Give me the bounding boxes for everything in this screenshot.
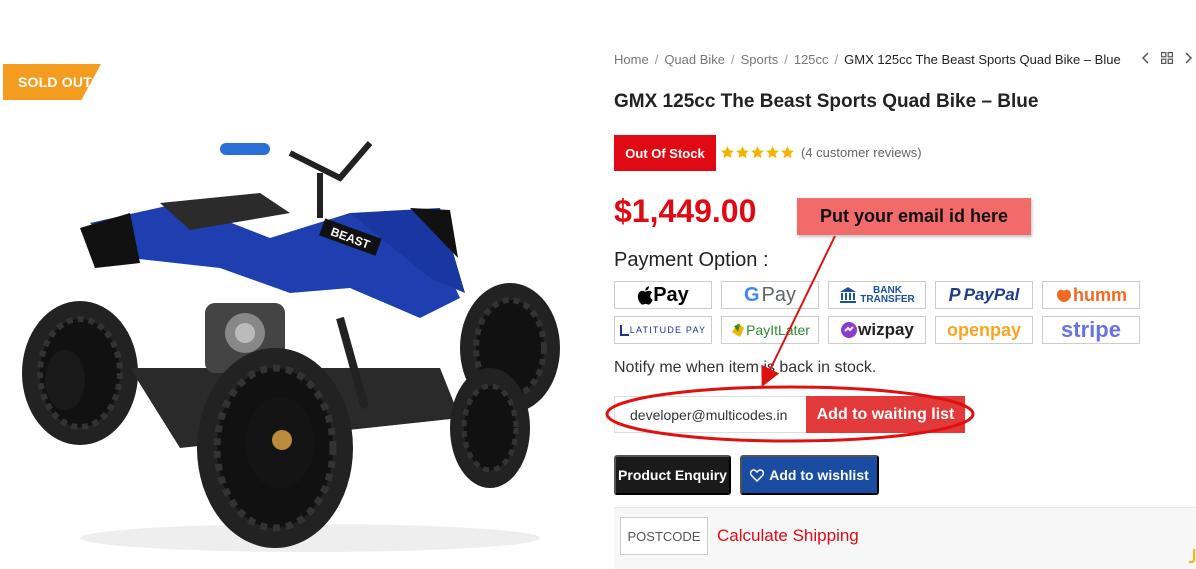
postcode-button[interactable]: POSTCODE: [620, 517, 708, 555]
front-right-wheel: [450, 368, 530, 488]
add-to-wishlist-button[interactable]: Add to wishlist: [740, 455, 879, 495]
star-rating: [720, 145, 795, 160]
breadcrumb-quad-bike[interactable]: Quad Bike: [664, 52, 725, 67]
wizpay-icon: [841, 322, 858, 338]
star-icon: [721, 146, 734, 159]
apple-pay-text: Pay: [653, 283, 689, 306]
product-gallery: SOLD OUT BEAST: [0, 0, 600, 569]
breadcrumb-sports[interactable]: Sports: [741, 52, 779, 67]
payitlater-icon: [732, 323, 745, 337]
notify-message: Notify me when item is back in stock.: [614, 359, 877, 376]
add-to-waiting-list-button[interactable]: Add to waiting list: [806, 396, 965, 433]
apple-pay-logo: Pay: [614, 281, 712, 309]
bank-transfer-logo: BANK TRANSFER: [828, 281, 926, 309]
product-image[interactable]: BEAST: [20, 118, 565, 558]
rear-left-wheel: [22, 301, 138, 445]
product-navigation: [1138, 50, 1196, 66]
bank-transfer-line2: TRANSFER: [860, 294, 915, 305]
email-callout-annotation: Put your email id here: [797, 198, 1031, 235]
product-title: GMX 125cc The Beast Sports Quad Bike – B…: [614, 91, 1039, 112]
stripe-logo: stripe: [1042, 316, 1140, 344]
chevron-right-icon[interactable]: [1182, 50, 1196, 66]
google-pay-text: Pay: [761, 283, 797, 306]
stripe-text: stripe: [1061, 317, 1121, 342]
corner-decoration-icon: [1188, 549, 1195, 563]
latitude-pay-text: LATITUDE PAY: [629, 325, 707, 335]
google-g-icon: G: [743, 283, 760, 306]
product-enquiry-button[interactable]: Product Enquiry: [614, 455, 731, 495]
out-of-stock-badge: Out Of Stock: [614, 135, 716, 171]
bank-icon: [840, 287, 857, 303]
reviews-link[interactable]: (4 customer reviews): [801, 145, 922, 160]
wizpay-text: wizpay: [858, 320, 914, 339]
payment-option-label: Payment Option :: [614, 249, 769, 271]
breadcrumb-125cc[interactable]: 125cc: [794, 52, 829, 67]
calculate-shipping-link[interactable]: Calculate Shipping: [717, 526, 859, 546]
breadcrumb-home[interactable]: Home: [614, 52, 649, 67]
front-left-wheel: [197, 348, 353, 548]
humm-logo: humm: [1042, 281, 1140, 309]
product-price: $1,449.00: [614, 193, 757, 229]
breadcrumb-separator: /: [731, 52, 735, 67]
breadcrumb-current: GMX 125cc The Beast Sports Quad Bike – B…: [844, 52, 1121, 67]
payment-options: Pay G Pay BANK TRANSFER P PayPal humm LA…: [614, 281, 1140, 344]
chevron-left-icon[interactable]: [1138, 50, 1152, 66]
shipping-calculator: POSTCODE Calculate Shipping: [614, 507, 1196, 569]
star-icon: [736, 146, 749, 159]
humm-text: humm: [1073, 284, 1127, 305]
google-pay-logo: G Pay: [721, 281, 819, 309]
wishlist-label: Add to wishlist: [769, 467, 869, 483]
paypal-logo: P PayPal: [935, 281, 1033, 309]
paypal-p-icon: P: [948, 284, 961, 305]
star-icon: [781, 146, 794, 159]
paypal-text: PayPal: [963, 285, 1020, 304]
payitlater-logo: PayItLater: [721, 316, 819, 344]
latitude-pay-logo: LATITUDE PAY: [614, 316, 712, 344]
breadcrumb-separator: /: [784, 52, 788, 67]
breadcrumb-separator: /: [834, 52, 839, 67]
grid-icon[interactable]: [1160, 50, 1174, 66]
wizpay-logo: wizpay: [828, 316, 926, 344]
openpay-logo: openpay: [935, 316, 1033, 344]
waitlist-email-input[interactable]: [614, 396, 810, 433]
openpay-text: openpay: [946, 319, 1021, 340]
breadcrumb: Home / Quad Bike / Sports / 125cc / GMX …: [614, 52, 1121, 67]
breadcrumb-separator: /: [654, 52, 659, 67]
heart-icon: [750, 468, 765, 482]
product-rating: (4 customer reviews): [720, 145, 922, 160]
humm-icon: [1057, 289, 1071, 302]
sold-out-badge: SOLD OUT: [3, 64, 101, 100]
apple-logo-icon: [638, 285, 653, 305]
payitlater-text: PayItLater: [746, 322, 810, 338]
star-icon: [766, 146, 779, 159]
star-icon: [751, 146, 764, 159]
latitude-icon: [619, 325, 629, 336]
